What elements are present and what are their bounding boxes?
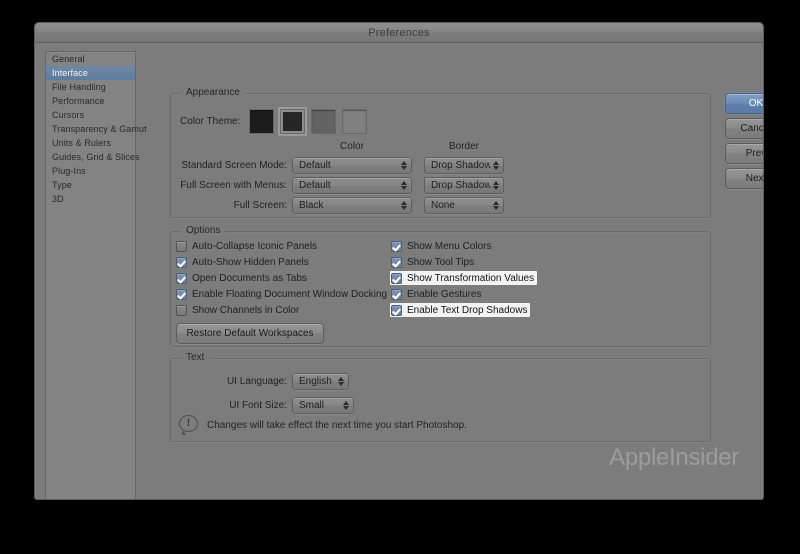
ui-font-size-label: UI Font Size: xyxy=(229,400,287,411)
checkbox-label: Enable Text Drop Shadows xyxy=(407,304,528,316)
checkbox-label: Enable Floating Document Window Docking xyxy=(192,288,388,300)
checkbox-box-icon[interactable] xyxy=(176,256,187,268)
stepper-chevrons-icon[interactable] xyxy=(490,198,503,213)
checkbox-show-tool-tips[interactable]: Show Tool Tips xyxy=(391,255,474,269)
checkbox-box-icon[interactable] xyxy=(391,240,402,252)
checkbox-box-icon[interactable] xyxy=(176,288,187,300)
full-screen-with-menus-border-select[interactable]: Drop Shadow xyxy=(424,177,504,194)
cancel-button[interactable]: Cancel xyxy=(725,118,763,139)
sidebar-item-guides-grid-slices[interactable]: Guides, Grid & Slices xyxy=(46,150,140,164)
ui-font-size-select[interactable]: Small xyxy=(292,397,354,414)
checkbox-box-icon[interactable] xyxy=(176,272,187,284)
sidebar-item-plug-ins[interactable]: Plug-Ins xyxy=(46,164,135,178)
stepper-chevrons-icon[interactable] xyxy=(490,178,503,193)
prev-button[interactable]: Prev xyxy=(725,143,763,164)
standard-screen-mode-color-value: Default xyxy=(299,160,331,171)
checkbox-label: Show Channels in Color xyxy=(192,304,300,316)
checkbox-show-channels-in-color[interactable]: Show Channels in Color xyxy=(176,303,299,317)
watermark: AppleInsider xyxy=(609,444,739,471)
column-header-color: Color xyxy=(340,141,364,152)
full-screen-color-select[interactable]: Black xyxy=(292,197,412,214)
sidebar-item-3d[interactable]: 3D xyxy=(46,192,135,206)
full-screen-border-value: None xyxy=(431,200,455,211)
sidebar-item-performance[interactable]: Performance xyxy=(46,94,135,108)
checkbox-label: Show Tool Tips xyxy=(407,256,475,268)
ui-language-value: English xyxy=(299,376,332,387)
alert-exclamation-glyph: ! xyxy=(186,417,191,429)
stepper-chevrons-icon[interactable] xyxy=(398,158,411,173)
color-theme-swatch-light[interactable] xyxy=(342,109,367,134)
full-screen-with-menus-label: Full Screen with Menus: xyxy=(180,180,287,191)
dialog-body: General Interface File Handling Performa… xyxy=(35,43,763,499)
checkbox-label: Show Transformation Values xyxy=(407,272,535,284)
ui-language-select[interactable]: English xyxy=(292,373,349,390)
checkbox-enable-floating-document-window-docking[interactable]: Enable Floating Document Window Docking xyxy=(176,287,387,301)
checkbox-label: Show Menu Colors xyxy=(407,240,492,252)
checkbox-open-documents-as-tabs[interactable]: Open Documents as Tabs xyxy=(176,271,307,285)
checkbox-enable-text-drop-shadows[interactable]: Enable Text Drop Shadows xyxy=(390,303,531,317)
text-group-legend: Text xyxy=(181,352,210,363)
color-theme-swatch-dark[interactable] xyxy=(278,107,307,136)
window-title: Preferences xyxy=(368,26,430,39)
checkbox-label: Open Documents as Tabs xyxy=(192,272,307,284)
full-screen-with-menus-color-value: Default xyxy=(299,180,331,191)
sidebar-item-transparency-gamut[interactable]: Transparency & Gamut xyxy=(46,122,147,136)
standard-screen-mode-border-select[interactable]: Drop Shadow xyxy=(424,157,504,174)
checkbox-box-icon[interactable] xyxy=(391,288,402,300)
sidebar-item-interface[interactable]: Interface xyxy=(46,66,135,80)
options-group-legend: Options xyxy=(181,225,226,236)
checkbox-auto-collapse-iconic-panels[interactable]: Auto-Collapse Iconic Panels xyxy=(176,239,317,253)
window-titlebar[interactable]: Preferences xyxy=(35,23,763,43)
stepper-chevrons-icon[interactable] xyxy=(340,398,353,413)
stepper-chevrons-icon[interactable] xyxy=(490,158,503,173)
stepper-chevrons-icon[interactable] xyxy=(398,178,411,193)
sidebar-item-file-handling[interactable]: File Handling xyxy=(46,80,135,94)
standard-screen-mode-color-select[interactable]: Default xyxy=(292,157,412,174)
checkbox-label: Enable Gestures xyxy=(407,288,482,300)
column-header-border: Border xyxy=(448,141,479,152)
next-button[interactable]: Next xyxy=(725,168,763,189)
color-theme-swatches[interactable] xyxy=(249,107,367,136)
sidebar-item-general[interactable]: General xyxy=(46,52,135,66)
standard-screen-mode-label: Standard Screen Mode: xyxy=(181,160,287,171)
checkbox-auto-show-hidden-panels[interactable]: Auto-Show Hidden Panels xyxy=(176,255,309,269)
sidebar-item-units-rulers[interactable]: Units & Rulers xyxy=(46,136,135,150)
full-screen-label: Full Screen: xyxy=(233,200,287,211)
appearance-group-legend: Appearance xyxy=(181,87,245,98)
preferences-category-list[interactable]: General Interface File Handling Performa… xyxy=(45,51,147,499)
full-screen-with-menus-border-value: Drop Shadow xyxy=(431,180,490,191)
full-screen-border-select[interactable]: None xyxy=(424,197,504,214)
checkbox-enable-gestures[interactable]: Enable Gestures xyxy=(391,287,482,301)
checkbox-box-icon[interactable] xyxy=(391,272,402,284)
color-theme-swatch-medium[interactable] xyxy=(311,109,336,134)
full-screen-color-value: Black xyxy=(299,200,324,211)
checkbox-label: Auto-Collapse Iconic Panels xyxy=(192,240,318,252)
preferences-dialog: Preferences General Interface File Handl… xyxy=(34,22,764,500)
ok-button[interactable]: OK xyxy=(725,93,763,114)
ui-language-label: UI Language: xyxy=(226,376,287,387)
checkbox-show-transformation-values[interactable]: Show Transformation Values xyxy=(390,271,538,285)
color-theme-swatch-darkest[interactable] xyxy=(249,109,274,134)
checkbox-label: Auto-Show Hidden Panels xyxy=(192,256,309,268)
standard-screen-mode-border-value: Drop Shadow xyxy=(431,160,490,171)
checkbox-box-icon[interactable] xyxy=(176,304,187,316)
color-theme-label: Color Theme: xyxy=(180,116,241,127)
sidebar-item-type[interactable]: Type xyxy=(46,178,135,192)
restore-default-workspaces-button[interactable]: Restore Default Workspaces xyxy=(176,323,324,344)
checkbox-box-icon[interactable] xyxy=(391,256,402,268)
screen-root: Preferences General Interface File Handl… xyxy=(0,0,800,554)
sidebar-item-cursors[interactable]: Cursors xyxy=(46,108,135,122)
stepper-chevrons-icon[interactable] xyxy=(335,374,348,389)
checkbox-show-menu-colors[interactable]: Show Menu Colors xyxy=(391,239,491,253)
checkbox-box-icon[interactable] xyxy=(176,240,187,252)
full-screen-with-menus-color-select[interactable]: Default xyxy=(292,177,412,194)
checkbox-box-icon[interactable] xyxy=(391,304,402,316)
alert-exclamation-icon: ! xyxy=(179,415,198,432)
ui-font-size-value: Small xyxy=(299,400,325,411)
stepper-chevrons-icon[interactable] xyxy=(398,198,411,213)
restart-notice-text: Changes will take effect the next time y… xyxy=(207,420,467,431)
